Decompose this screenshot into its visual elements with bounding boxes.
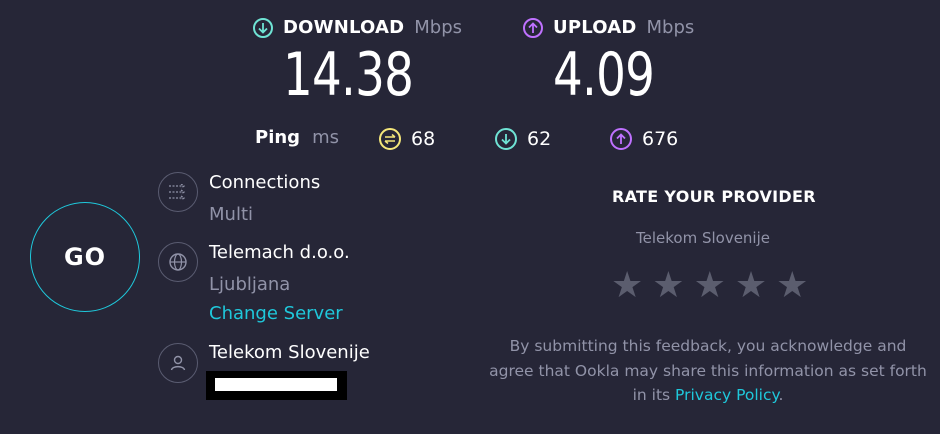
upload-header: UPLOAD Mbps — [523, 17, 694, 38]
arrow-up-circle-icon — [523, 17, 543, 38]
ping-download: 62 — [495, 128, 551, 150]
arrow-down-circle-icon — [253, 17, 273, 38]
ping-label: Ping — [255, 127, 301, 148]
ping-unit: ms — [312, 127, 339, 148]
ping-idle: 68 — [379, 128, 435, 150]
download-header: DOWNLOAD Mbps — [253, 17, 462, 38]
change-server-link[interactable]: Change Server — [209, 303, 343, 324]
ping-row: Ping ms — [255, 127, 339, 148]
arrow-down-circle-icon — [495, 128, 517, 150]
globe-icon — [158, 242, 198, 282]
disclaimer-end: . — [778, 386, 784, 404]
ping-upload-value: 676 — [642, 128, 679, 150]
download-label: DOWNLOAD — [283, 17, 405, 38]
star-1[interactable]: ★ — [611, 268, 643, 304]
upload-unit: Mbps — [646, 17, 695, 38]
star-2[interactable]: ★ — [652, 268, 684, 304]
ping-upload: 676 — [610, 128, 678, 150]
connections-title: Connections — [209, 172, 321, 193]
feedback-disclaimer: By submitting this feedback, you acknowl… — [488, 334, 928, 408]
arrow-up-circle-icon — [610, 128, 632, 150]
download-unit: Mbps — [414, 17, 463, 38]
provider-name: Telekom Slovenije — [209, 342, 370, 363]
connections-icon — [158, 172, 198, 212]
upload-value: 4.09 — [553, 40, 655, 110]
ping-idle-value: 68 — [411, 128, 436, 150]
star-5[interactable]: ★ — [776, 268, 808, 304]
connections-value: Multi — [209, 204, 253, 225]
star-3[interactable]: ★ — [694, 268, 726, 304]
star-rating: ★ ★ ★ ★ ★ — [611, 268, 808, 304]
redacted-ip-box — [206, 371, 347, 400]
server-name: Telemach d.o.o. — [209, 242, 350, 263]
upload-label: UPLOAD — [553, 17, 637, 38]
privacy-policy-link[interactable]: Privacy Policy — [675, 386, 778, 404]
ping-download-value: 62 — [527, 128, 552, 150]
rate-title: RATE YOUR PROVIDER — [612, 187, 816, 206]
server-location: Ljubljana — [209, 274, 291, 295]
go-button[interactable]: GO — [30, 202, 140, 312]
star-4[interactable]: ★ — [735, 268, 767, 304]
rate-provider-name: Telekom Slovenije — [636, 229, 770, 247]
user-icon — [158, 343, 198, 383]
ping-icon — [379, 128, 401, 150]
download-value: 14.38 — [283, 40, 414, 110]
redacted-ip-bar — [215, 378, 337, 391]
